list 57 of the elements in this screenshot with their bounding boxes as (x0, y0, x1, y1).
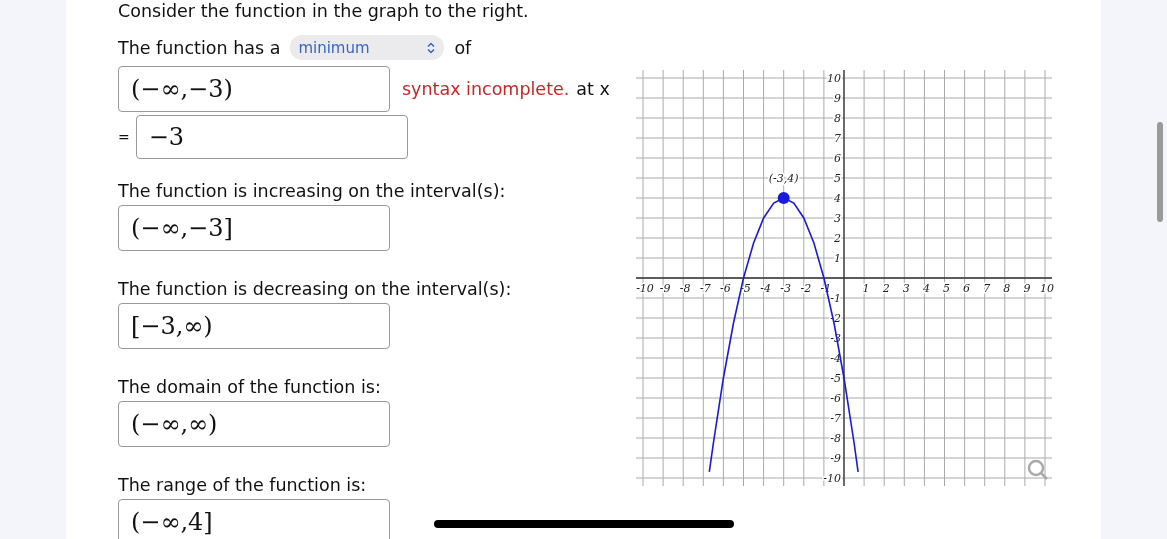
x-tick-label: 6 (963, 282, 971, 295)
chevron-icon (426, 41, 437, 54)
y-tick-label: 10 (827, 72, 841, 85)
error-message: syntax incomplete. (402, 79, 570, 99)
vertex-point (777, 192, 790, 204)
y-tick-label: -1 (830, 292, 841, 305)
x-tick-label: -9 (659, 282, 671, 295)
x-tick-label: -6 (720, 282, 731, 295)
x-tick-label: 2 (882, 282, 890, 295)
question-text: The function is increasing on the interval(s): (118, 180, 507, 203)
x-tick-label: 8 (1003, 282, 1011, 295)
x-tick-label: -2 (800, 282, 812, 295)
y-tick-label: -10 (823, 472, 841, 485)
y-tick-label: -6 (830, 392, 841, 405)
question-text: The function is decreasing on the interval(s): (118, 278, 513, 301)
answer-field[interactable]: (−∞,−3] (118, 205, 390, 251)
answer-field[interactable]: (−∞,4] (118, 499, 390, 539)
x-tick-label: 9 (1023, 282, 1031, 295)
extremum-dropdown[interactable]: minimum (290, 35, 445, 60)
y-tick-label: 8 (834, 112, 841, 125)
y-tick-label: 9 (834, 92, 841, 105)
y-tick-label: 6 (834, 152, 841, 165)
y-tick-label: -7 (830, 412, 841, 425)
x-tick-label: 4 (922, 282, 930, 295)
answer-field[interactable]: −3 (135, 115, 408, 159)
x-tick-label: 7 (983, 282, 991, 295)
x-tick-label: -7 (699, 282, 711, 295)
prompt-text: of (454, 37, 472, 58)
prompt-text: at x (576, 79, 610, 99)
y-tick-label: -9 (830, 452, 841, 465)
y-tick-label: -8 (830, 432, 841, 445)
x-tick-label: 1 (862, 282, 870, 295)
answer-field[interactable]: [−3,∞) (118, 303, 390, 349)
zoom-icon[interactable] (1027, 459, 1048, 480)
point-label: (-3,4) (768, 172, 799, 185)
y-tick-label: 1 (834, 252, 841, 265)
question-text: The domain of the function is: (118, 376, 382, 399)
x-tick-label: 10 (1040, 282, 1054, 295)
x-tick-label: -4 (760, 282, 771, 295)
prompt-text: The function has a (118, 37, 281, 58)
scrollbar[interactable] (1157, 122, 1163, 222)
x-tick-label: -8 (679, 282, 691, 295)
x-tick-label: 3 (902, 282, 910, 295)
x-tick-label: -3 (780, 282, 792, 295)
answer-field[interactable]: (−∞,−3) (118, 66, 390, 112)
y-tick-label: -5 (830, 372, 841, 385)
instruction-text: Consider the function in the graph to the right. (118, 0, 530, 22)
y-tick-label: 4 (834, 192, 841, 205)
equals-sign: = (118, 129, 130, 145)
question-text: The range of the function is: (118, 474, 368, 497)
y-tick-label: 7 (834, 132, 841, 145)
x-tick-label: 5 (943, 282, 950, 295)
y-tick-label: 5 (834, 172, 841, 185)
answer-field[interactable]: (−∞,∞) (118, 401, 390, 447)
y-tick-label: 3 (834, 212, 841, 225)
x-tick-label: -10 (636, 282, 654, 295)
y-tick-label: 2 (834, 232, 841, 245)
